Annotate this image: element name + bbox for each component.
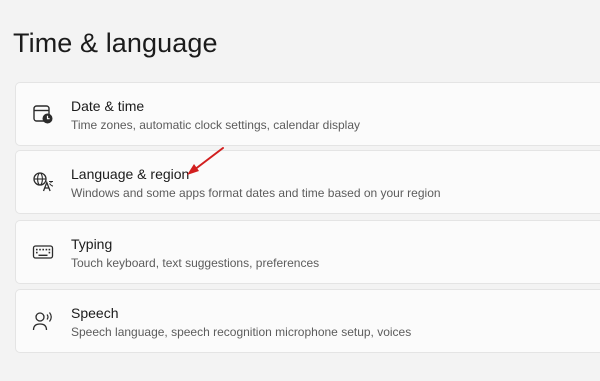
settings-item-title: Date & time — [71, 98, 145, 114]
settings-item-title: Language & region — [71, 166, 190, 182]
settings-item-subtitle: Windows and some apps format dates and t… — [71, 186, 441, 200]
keyboard-icon — [32, 241, 54, 263]
settings-item-date-time[interactable]: Date & time Time zones, automatic clock … — [15, 82, 600, 146]
settings-item-subtitle: Time zones, automatic clock settings, ca… — [71, 118, 361, 132]
settings-item-title: Typing — [71, 236, 113, 252]
settings-item-typing[interactable]: Typing Touch keyboard, text suggestions,… — [15, 220, 600, 284]
speech-icon — [32, 310, 54, 332]
settings-item-subtitle: Touch keyboard, text suggestions, prefer… — [71, 256, 320, 270]
settings-item-title: Speech — [71, 305, 119, 321]
page-title: Time & language — [13, 28, 218, 58]
settings-item-speech[interactable]: Speech Speech language, speech recogniti… — [15, 289, 600, 353]
calendar-clock-icon — [32, 103, 54, 125]
settings-item-language-region[interactable]: Language & region Windows and some apps … — [15, 150, 600, 214]
settings-item-subtitle: Speech language, speech recognition micr… — [71, 325, 412, 339]
language-icon — [32, 171, 54, 193]
